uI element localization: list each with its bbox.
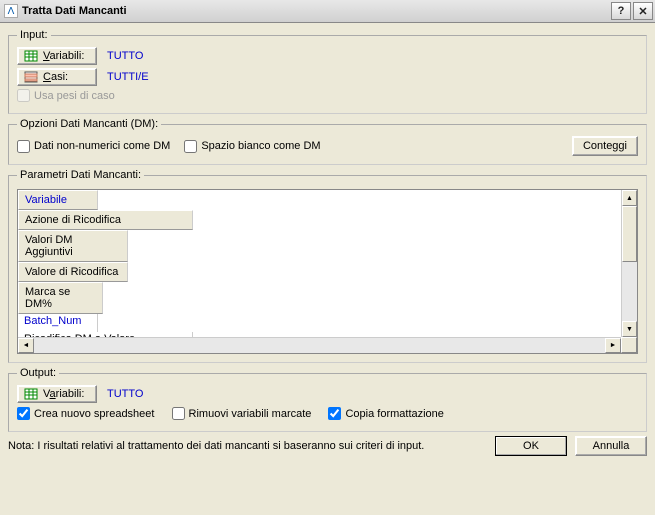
col-valori-dm[interactable]: Valori DM Aggiuntivi xyxy=(18,230,128,262)
col-azione[interactable]: Azione di Ricodifica xyxy=(18,210,193,230)
variabili-input-button[interactable]: Variabili: xyxy=(17,47,97,65)
cases-icon xyxy=(24,71,38,83)
rimuovi-checkbox[interactable]: Rimuovi variabili marcate xyxy=(172,407,312,420)
options-legend: Opzioni Dati Mancanti (DM): xyxy=(17,118,161,130)
col-marca[interactable]: Marca se DM% xyxy=(18,282,103,314)
vertical-scrollbar[interactable]: ▲ ▼ xyxy=(621,190,637,337)
variabili-input-value: TUTTO xyxy=(107,50,143,62)
close-button[interactable]: ✕ xyxy=(633,2,653,20)
spazio-bianco-input[interactable] xyxy=(184,140,197,153)
rimuovi-input[interactable] xyxy=(172,407,185,420)
usa-pesi-checkbox: Usa pesi di caso xyxy=(17,89,115,102)
spazio-bianco-checkbox[interactable]: Spazio bianco come DM xyxy=(184,140,320,153)
conteggi-button[interactable]: Conteggi xyxy=(572,136,638,156)
output-legend: Output: xyxy=(17,367,59,379)
casi-button[interactable]: Casi: xyxy=(17,68,97,86)
crea-nuovo-input[interactable] xyxy=(17,407,30,420)
help-button[interactable]: ? xyxy=(611,2,631,20)
col-variabile[interactable]: Variabile xyxy=(18,190,98,210)
scroll-up-icon[interactable]: ▲ xyxy=(622,190,637,206)
scroll-down-icon[interactable]: ▼ xyxy=(622,321,637,337)
output-group: Output: Variabili: TUTTO Crea nuovo spre… xyxy=(8,367,647,432)
scroll-right-icon[interactable]: ► xyxy=(605,338,621,353)
scroll-thumb[interactable] xyxy=(622,206,637,262)
non-numerici-input[interactable] xyxy=(17,140,30,153)
usa-pesi-input xyxy=(17,89,30,102)
params-table: Variabile Azione di Ricodifica Valori DM… xyxy=(17,189,638,354)
window-title: Tratta Dati Mancanti xyxy=(22,5,127,17)
scroll-left-icon[interactable]: ◄ xyxy=(18,338,34,353)
crea-nuovo-checkbox[interactable]: Crea nuovo spreadsheet xyxy=(17,407,154,420)
sheet-icon xyxy=(24,50,38,62)
copia-input[interactable] xyxy=(328,407,341,420)
options-group: Opzioni Dati Mancanti (DM): Dati non-num… xyxy=(8,118,647,165)
col-valore-ricod[interactable]: Valore di Ricodifica xyxy=(18,262,128,282)
footer-note: Nota: I risultati relativi al trattament… xyxy=(8,440,495,452)
params-group: Parametri Dati Mancanti: Variabile Azion… xyxy=(8,169,647,363)
scroll-corner xyxy=(621,337,637,353)
copia-checkbox[interactable]: Copia formattazione xyxy=(328,407,443,420)
cancel-button[interactable]: Annulla xyxy=(575,436,647,456)
horizontal-scrollbar[interactable]: ◄ ► xyxy=(18,337,621,353)
titlebar: Λ Tratta Dati Mancanti ? ✕ xyxy=(0,0,655,23)
input-group: Input: Variabili: TUTTO Casi: TUTTI/E Us… xyxy=(8,29,647,114)
input-legend: Input: xyxy=(17,29,51,41)
params-legend: Parametri Dati Mancanti: xyxy=(17,169,144,181)
app-icon: Λ xyxy=(4,4,18,18)
casi-value: TUTTI/E xyxy=(107,71,149,83)
variabili-output-value: TUTTO xyxy=(107,388,143,400)
variabili-output-button[interactable]: Variabili: xyxy=(17,385,97,403)
table-header: Variabile Azione di Ricodifica Valori DM… xyxy=(18,190,621,314)
sheet-icon xyxy=(24,388,38,400)
ok-button[interactable]: OK xyxy=(495,436,567,456)
non-numerici-checkbox[interactable]: Dati non-numerici come DM xyxy=(17,140,170,153)
